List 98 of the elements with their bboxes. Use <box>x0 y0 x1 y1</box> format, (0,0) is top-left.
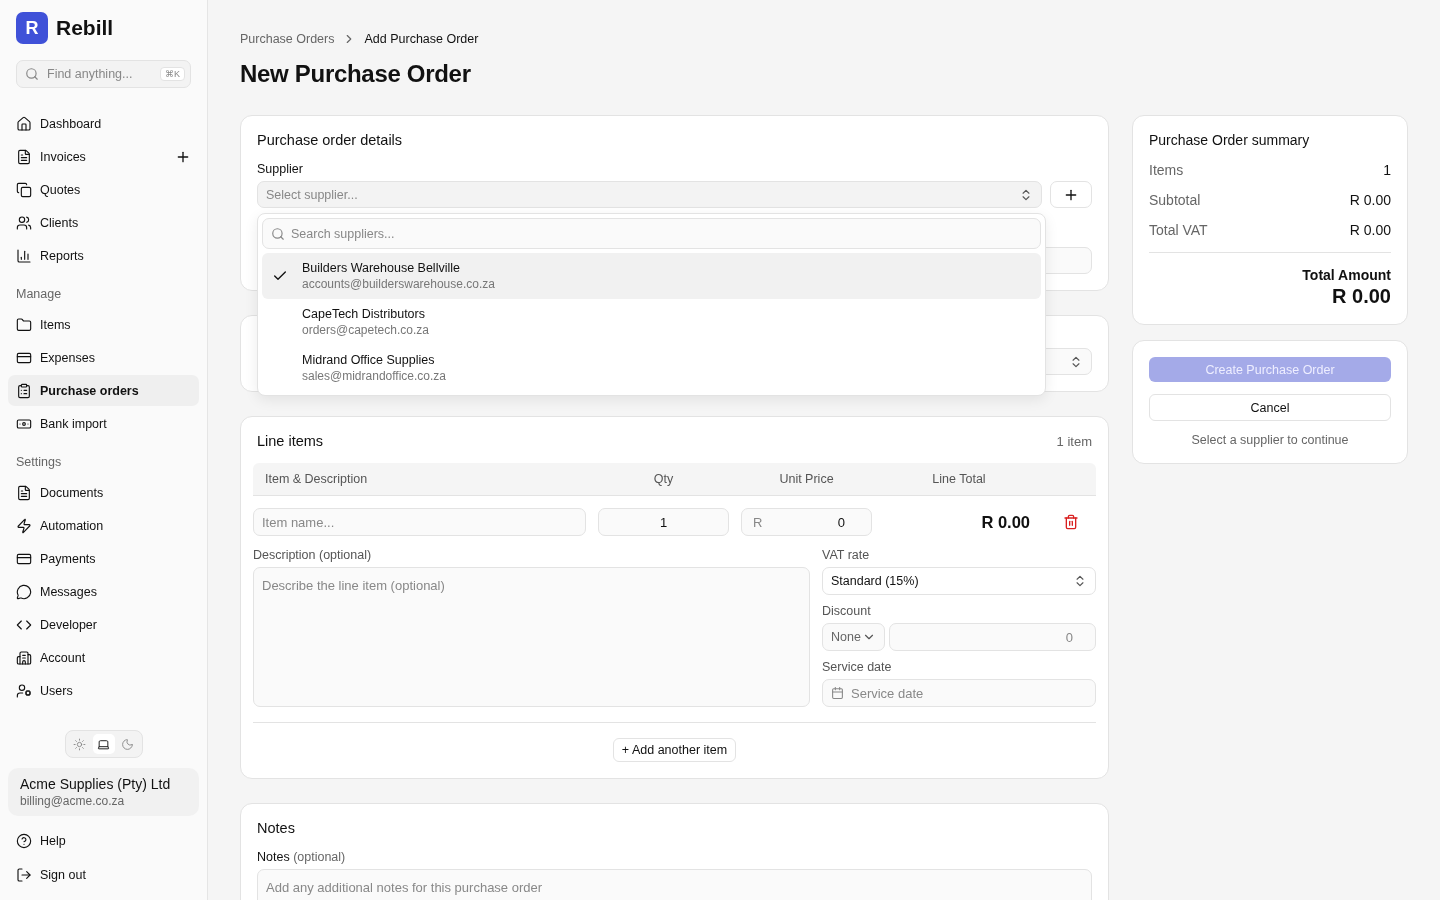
field-label: VAT rate <box>822 548 871 562</box>
calendar-icon <box>831 686 844 700</box>
card-title: Notes <box>257 820 296 836</box>
column-header: Qty <box>652 472 675 486</box>
field-label: Discount <box>822 604 872 618</box>
summary-label: Items <box>1149 162 1184 178</box>
nav-item[interactable]: Bank import <box>8 408 199 439</box>
people-icon <box>16 214 32 231</box>
copy-icon <box>16 181 32 198</box>
folder-icon <box>16 316 32 333</box>
currency-prefix: R <box>753 514 763 530</box>
supplier-name: Builders Warehouse Bellville <box>302 261 461 275</box>
account-card[interactable]: Acme Supplies (Pty) Ltd billing@acme.co.za <box>8 768 199 816</box>
page-title: New Purchase Order <box>240 60 472 88</box>
document-icon <box>16 148 32 165</box>
sun-icon <box>73 737 86 751</box>
card-title: Purchase Order summary <box>1149 132 1311 148</box>
chart-icon <box>16 247 32 264</box>
footer-link[interactable]: Sign out <box>8 858 199 892</box>
home-icon <box>16 115 32 132</box>
hint-text: Select a supplier to continue <box>1190 433 1350 447</box>
search-icon <box>25 67 39 81</box>
supplier-email: sales@midrandoffice.co.za <box>302 369 447 383</box>
supplier-search-field[interactable]: Search suppliers... <box>262 218 1041 249</box>
breadcrumb-link[interactable]: Add Purchase Order <box>364 32 479 46</box>
discount-field[interactable]: 0 <box>888 623 1096 651</box>
supplier-email: accounts@builderswarehouse.co.za <box>302 277 495 291</box>
card-title: Line items <box>257 433 324 449</box>
column-header: Unit Price <box>778 472 835 486</box>
building-icon <box>16 649 32 666</box>
nav-item[interactable]: Invoices <box>8 141 199 172</box>
lightning-icon <box>16 517 32 534</box>
shortcut-badge: ⌘K <box>160 67 185 81</box>
discount-type-select[interactable]: None <box>822 623 885 651</box>
supplier-name: Midrand Office Supplies <box>302 353 436 367</box>
supplier-email: orders@capetech.co.za <box>302 323 429 337</box>
field-label: Description (optional) <box>253 548 373 562</box>
summary-value: R 0.00 <box>1349 222 1391 238</box>
nav-item[interactable]: Account <box>8 642 199 673</box>
nav-item[interactable]: Clients <box>8 207 199 238</box>
line-total: R 0.00 <box>980 512 1031 532</box>
breadcrumb-link[interactable]: Purchase Orders <box>240 32 335 46</box>
summary-label: Total VAT <box>1149 222 1208 238</box>
nav-item[interactable]: Users <box>8 675 199 706</box>
search-icon <box>271 226 285 241</box>
nav-item[interactable]: Automation <box>8 510 199 541</box>
vat-select[interactable]: Standard (15%) <box>822 567 1096 595</box>
account-email: billing@acme.co.za <box>20 794 126 808</box>
column-header: Line Total <box>931 472 987 486</box>
nav-item[interactable]: Purchase orders <box>8 375 199 406</box>
supplier-name: CapeTech Distributors <box>302 307 426 321</box>
laptop-icon <box>97 737 110 751</box>
help-icon <box>16 833 32 849</box>
supplier-option[interactable]: Builders Warehouse Bellville accounts@builderswarehouse.co.za <box>262 253 1041 299</box>
document-icon <box>16 484 32 501</box>
trash-icon <box>1063 514 1079 530</box>
brand-name: Rebill <box>56 16 114 40</box>
total-label: Total Amount <box>1301 267 1391 283</box>
summary-label: Subtotal <box>1149 192 1201 208</box>
nav-item[interactable]: Developer <box>8 609 199 640</box>
service-date-field[interactable]: Service date <box>822 679 1096 707</box>
nav-item[interactable]: Quotes <box>8 174 199 205</box>
add-supplier-button[interactable] <box>1050 181 1092 208</box>
nav-item[interactable]: Payments <box>8 543 199 574</box>
cancel-button[interactable]: Cancel <box>1149 394 1391 421</box>
nav-item[interactable]: Items <box>8 309 199 340</box>
field-label: Service date <box>822 660 893 674</box>
column-header: Item & Description <box>264 472 369 486</box>
nav-heading: Manage <box>15 287 63 301</box>
theme-button[interactable] <box>92 734 115 754</box>
nav-item[interactable]: Expenses <box>8 342 199 373</box>
total-amount: R 0.00 <box>1331 285 1391 308</box>
field-label: Supplier <box>257 162 304 176</box>
item-count: 1 item <box>1056 434 1092 449</box>
description-field[interactable]: Describe the line item (optional) <box>253 567 810 707</box>
notes-field[interactable]: Add any additional notes for this purchase order <box>257 869 1092 900</box>
nav-item[interactable]: Messages <box>8 576 199 607</box>
footer-link[interactable]: Help <box>8 824 199 858</box>
sign-out-icon <box>16 867 32 883</box>
moon-icon <box>121 737 134 751</box>
card-title: Purchase order details <box>257 132 404 148</box>
qty-field[interactable]: 1 <box>598 508 729 536</box>
supplier-option[interactable]: CapeTech Distributors orders@capetech.co.za <box>262 299 1041 345</box>
user-gear-icon <box>16 682 32 699</box>
speech-bubble-icon <box>16 583 32 600</box>
nav-item[interactable]: Documents <box>8 477 199 508</box>
account-name: Acme Supplies (Pty) Ltd <box>20 776 172 792</box>
nav-item[interactable]: Reports <box>8 240 199 271</box>
nav-heading: Settings <box>15 455 63 469</box>
supplier-option[interactable]: Midrand Office Supplies sales@midrandoffice.co.za <box>262 345 1041 391</box>
item-name-field[interactable]: Item name... <box>253 508 586 536</box>
clipboard-icon <box>16 382 32 399</box>
add-item-button[interactable]: + Add another item <box>612 738 737 762</box>
logo: R <box>16 12 48 44</box>
nav-item[interactable]: Dashboard <box>8 108 199 139</box>
summary-value: R 0.00 <box>1349 192 1391 208</box>
field-label: Notes (optional) <box>257 850 347 864</box>
summary-value: 1 <box>1383 162 1391 178</box>
